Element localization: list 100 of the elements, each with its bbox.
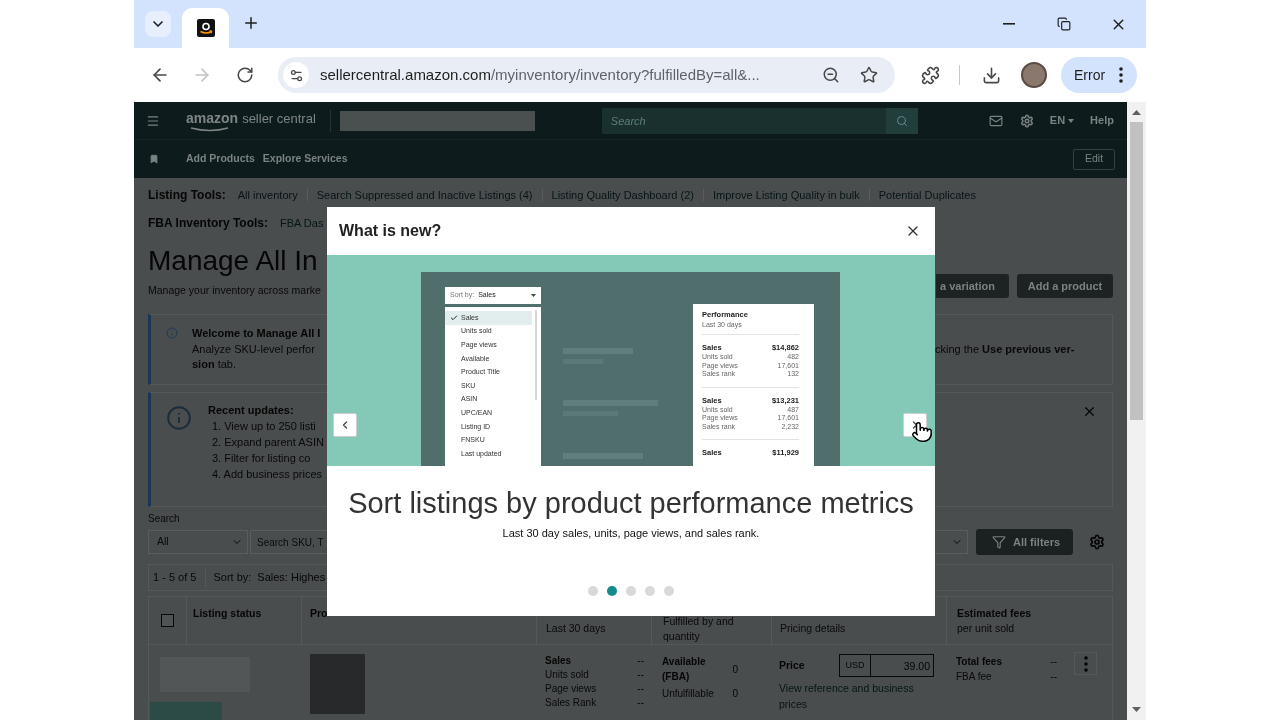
fee-label: Total fees: [956, 655, 1002, 669]
download-icon: [981, 65, 1001, 85]
tool-link[interactable]: All inventory: [237, 187, 298, 203]
puzzle-icon: [920, 65, 940, 85]
profile-status-button[interactable]: Error: [1061, 57, 1137, 93]
alert-title: Recent updates:: [208, 403, 295, 418]
info-icon: [166, 327, 178, 339]
site-favicon-icon: [196, 19, 215, 37]
search-field[interactable]: Search: [601, 107, 886, 134]
tab-search-button[interactable]: [145, 11, 171, 37]
alert-text: sion tab.: [192, 357, 238, 372]
price-label: Price: [779, 657, 805, 673]
previous-slide-button[interactable]: [333, 413, 357, 437]
scrollbar-thumb[interactable]: [1130, 122, 1143, 420]
price-input[interactable]: 39.00: [871, 654, 934, 677]
search-button[interactable]: [885, 107, 918, 134]
kebab-icon: [1083, 655, 1088, 672]
update-item: 1. View up to 250 listi: [211, 419, 317, 434]
hand-cursor-icon: [911, 421, 933, 443]
all-filters-button[interactable]: All filters: [976, 529, 1073, 555]
logo-brand-text: amazon: [186, 109, 239, 126]
address-bar[interactable]: sellercentral.amazon.com/myinventory/inventory?fulfilledBy=all&...: [278, 57, 895, 93]
reference-prices-link[interactable]: View reference and business prices: [779, 680, 929, 712]
url-text: sellercentral.amazon.com/myinventory/inventory?fulfilledBy=all&...: [320, 65, 760, 85]
language-selector[interactable]: EN: [1049, 112, 1075, 129]
page-subtitle: Manage your inventory across marke: [148, 284, 321, 296]
update-item: 2. Expand parent ASIN: [211, 435, 325, 450]
inventory-value: 0: [732, 687, 738, 701]
scroll-up-arrow-icon[interactable]: [1132, 110, 1141, 115]
metric-label: Page views: [545, 682, 597, 696]
update-item: 3. Filter for listing co: [211, 451, 312, 466]
restore-icon: [1056, 17, 1071, 31]
kebab-icon: [1119, 67, 1123, 83]
settings-icon[interactable]: [1019, 113, 1034, 128]
nav-link[interactable]: Explore Services: [262, 151, 348, 167]
sliders-icon: [288, 67, 304, 83]
alert-text: Analyze SKU-level perfor: [192, 341, 316, 357]
modal-title: What is new?: [339, 221, 442, 241]
funnel-icon: [992, 535, 1006, 549]
metric-value: --: [637, 654, 644, 668]
blurred-block: [150, 702, 222, 720]
metric-value: --: [637, 668, 644, 682]
slide-heading: Sort listings by product performance metrics: [348, 486, 914, 520]
tool-link[interactable]: Improve Listing Quality in bulk: [713, 187, 860, 203]
bookmark-icon[interactable]: [149, 154, 159, 164]
fee-label: FBA fee: [956, 670, 992, 684]
tools-label: FBA Inventory Tools:: [148, 215, 268, 231]
inventory-value: 0: [732, 662, 738, 677]
metric-label: Units sold: [545, 668, 589, 682]
tool-link[interactable]: FBA Das: [280, 215, 324, 231]
search-input[interactable]: Search SKU, T: [250, 530, 327, 554]
currency-label: USD: [839, 654, 871, 677]
zoom-out-icon: [822, 66, 840, 84]
search-icon: [895, 114, 908, 127]
checkbox[interactable]: [161, 614, 174, 627]
fee-value: --: [1050, 655, 1057, 669]
plus-icon: [242, 14, 260, 32]
star-icon: [860, 66, 878, 84]
profile-avatar[interactable]: [1021, 62, 1047, 88]
alert-text: cking the Use previous ver-: [935, 341, 1075, 357]
result-count: 1 - 5 of 5: [153, 570, 197, 586]
more-options-button[interactable]: [1074, 652, 1097, 675]
metric-value: --: [637, 696, 644, 710]
metric-label: Sales Rank: [545, 696, 597, 710]
settings-icon[interactable]: [1089, 534, 1105, 550]
mail-icon[interactable]: [988, 113, 1003, 128]
column-subtitle: per unit sold: [957, 621, 1016, 636]
scroll-down-arrow-icon[interactable]: [1132, 707, 1141, 712]
fee-value: --: [1050, 670, 1057, 684]
column-title: Pro: [310, 606, 329, 621]
search-label: Search: [148, 514, 181, 524]
action-button[interactable]: a variation: [936, 274, 1009, 298]
caret-down-icon: [1068, 118, 1075, 123]
edit-button[interactable]: Edit: [1073, 148, 1115, 170]
tool-link[interactable]: Listing Quality Dashboard (2): [551, 187, 694, 203]
action-button[interactable]: Add a product: [1017, 274, 1113, 298]
column-title: Listing status: [193, 606, 263, 621]
reload-icon: [236, 66, 254, 84]
tools-label: Listing Tools:: [148, 187, 226, 203]
sort-value: Sales: Highes: [257, 570, 326, 586]
inventory-label: Unfulfillable: [662, 687, 714, 701]
site-info-button[interactable]: [283, 62, 309, 88]
update-item: 4. Add business prices: [211, 467, 324, 482]
page-title: Manage All In: [148, 244, 319, 278]
tool-link[interactable]: Potential Duplicates: [878, 187, 976, 203]
slide-description: Last 30 day sales, units, page views, and sales rank.: [502, 526, 760, 540]
column-title: Estimated fees: [957, 606, 1033, 621]
minimize-icon: [1002, 23, 1015, 25]
column-subtitle: Fulfilled by and quantity: [663, 613, 735, 644]
inventory-label: Available (FBA): [662, 655, 707, 684]
nav-link[interactable]: Add Products: [186, 151, 255, 167]
alert-title: Welcome to Manage All I: [192, 326, 322, 341]
metric-value: --: [637, 682, 644, 696]
menu-icon[interactable]: [146, 113, 160, 128]
browser-tab[interactable]: [182, 8, 229, 48]
caret-down-icon: [531, 294, 536, 297]
help-link[interactable]: Help: [1090, 112, 1114, 129]
tool-link[interactable]: Search Suppressed and Inactive Listings (4): [316, 187, 533, 203]
check-icon: [450, 313, 458, 322]
scope-select[interactable]: All: [148, 530, 248, 554]
